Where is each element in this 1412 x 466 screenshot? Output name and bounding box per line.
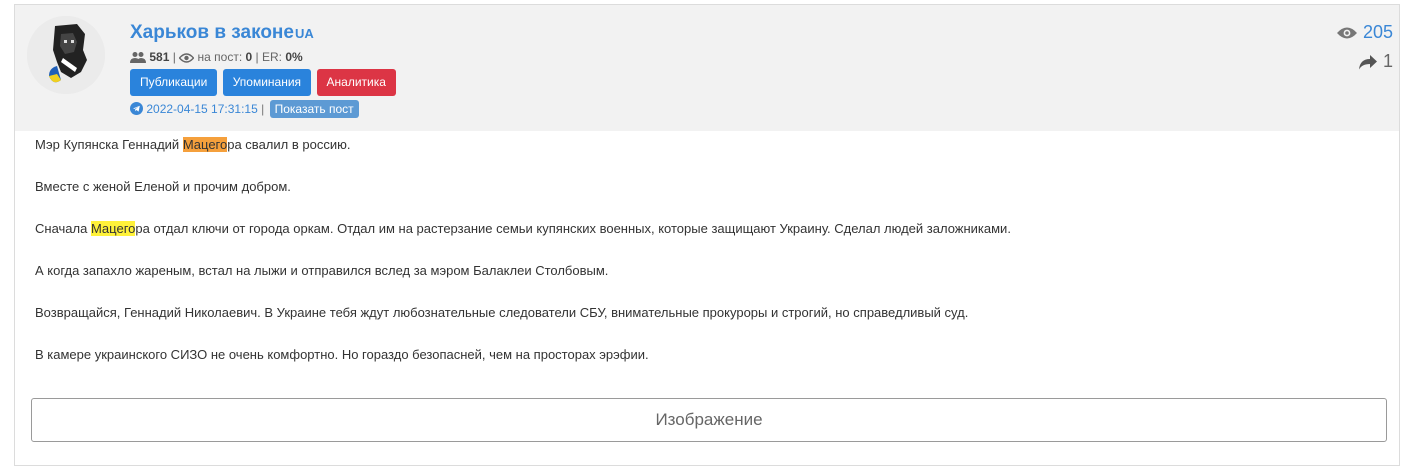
- post-paragraph: Сначала Мацегора отдал ключи от города о…: [35, 221, 1011, 236]
- shares-count: 1: [1382, 51, 1393, 71]
- mentions-button[interactable]: Упоминания: [222, 69, 312, 96]
- shares-counter: 1: [1358, 51, 1393, 72]
- post-dateline: 2022-04-15 17:31:15 | Показать пост: [130, 100, 359, 118]
- post-text: Мэр Купянска Геннадий Мацегора свалил в …: [35, 132, 1375, 384]
- post-paragraph: Мэр Купянска Геннадий Мацегора свалил в …: [35, 137, 351, 152]
- post-paragraph: В камере украинского СИЗО не очень комфо…: [35, 347, 649, 362]
- date-separator: |: [261, 102, 265, 116]
- channel-title[interactable]: Харьков в законеUA: [130, 22, 314, 44]
- publications-button[interactable]: Публикации: [130, 69, 218, 96]
- per-post-value: 0: [245, 50, 253, 64]
- subscribers-count: 581: [149, 50, 170, 64]
- post-date[interactable]: 2022-04-15 17:31:15: [146, 102, 257, 116]
- views-count: 205: [1362, 22, 1393, 42]
- stats-separator: |: [172, 50, 176, 64]
- show-post-button[interactable]: Показать пост: [269, 100, 359, 118]
- stats-separator: |: [255, 50, 259, 64]
- search-highlight: Мацего: [90, 221, 136, 236]
- per-post-label: на пост:: [197, 50, 243, 64]
- er-label: ER:: [262, 50, 283, 64]
- channel-name[interactable]: Харьков в законе: [130, 22, 294, 43]
- share-icon: [1358, 55, 1377, 70]
- channel-buttons: Публикации Упоминания Аналитика: [130, 69, 397, 96]
- post-header: Харьков в законеUA 581 | на пост: 0 | ER…: [15, 5, 1399, 131]
- channel-country: UA: [294, 26, 314, 41]
- post-paragraph: Вместе с женой Еленой и прочим добром.: [35, 179, 291, 194]
- er-value: 0%: [285, 50, 303, 64]
- eye-icon: [178, 53, 195, 63]
- analytics-button[interactable]: Аналитика: [316, 69, 396, 96]
- channel-avatar[interactable]: [27, 16, 105, 94]
- post-paragraph: А когда запахло жареным, встал на лыжи и…: [35, 263, 609, 278]
- users-icon: [130, 52, 146, 63]
- telegram-icon: [130, 102, 143, 115]
- search-highlight: Мацего: [182, 137, 228, 152]
- channel-stats: 581 | на пост: 0 | ER: 0%: [130, 50, 303, 64]
- eye-icon: [1336, 27, 1357, 39]
- image-button[interactable]: Изображение: [31, 398, 1387, 442]
- views-counter: 205: [1336, 22, 1393, 43]
- post-card: Харьков в законеUA 581 | на пост: 0 | ER…: [14, 4, 1400, 466]
- post-paragraph: Возвращайся, Геннадий Николаевич. В Укра…: [35, 305, 969, 320]
